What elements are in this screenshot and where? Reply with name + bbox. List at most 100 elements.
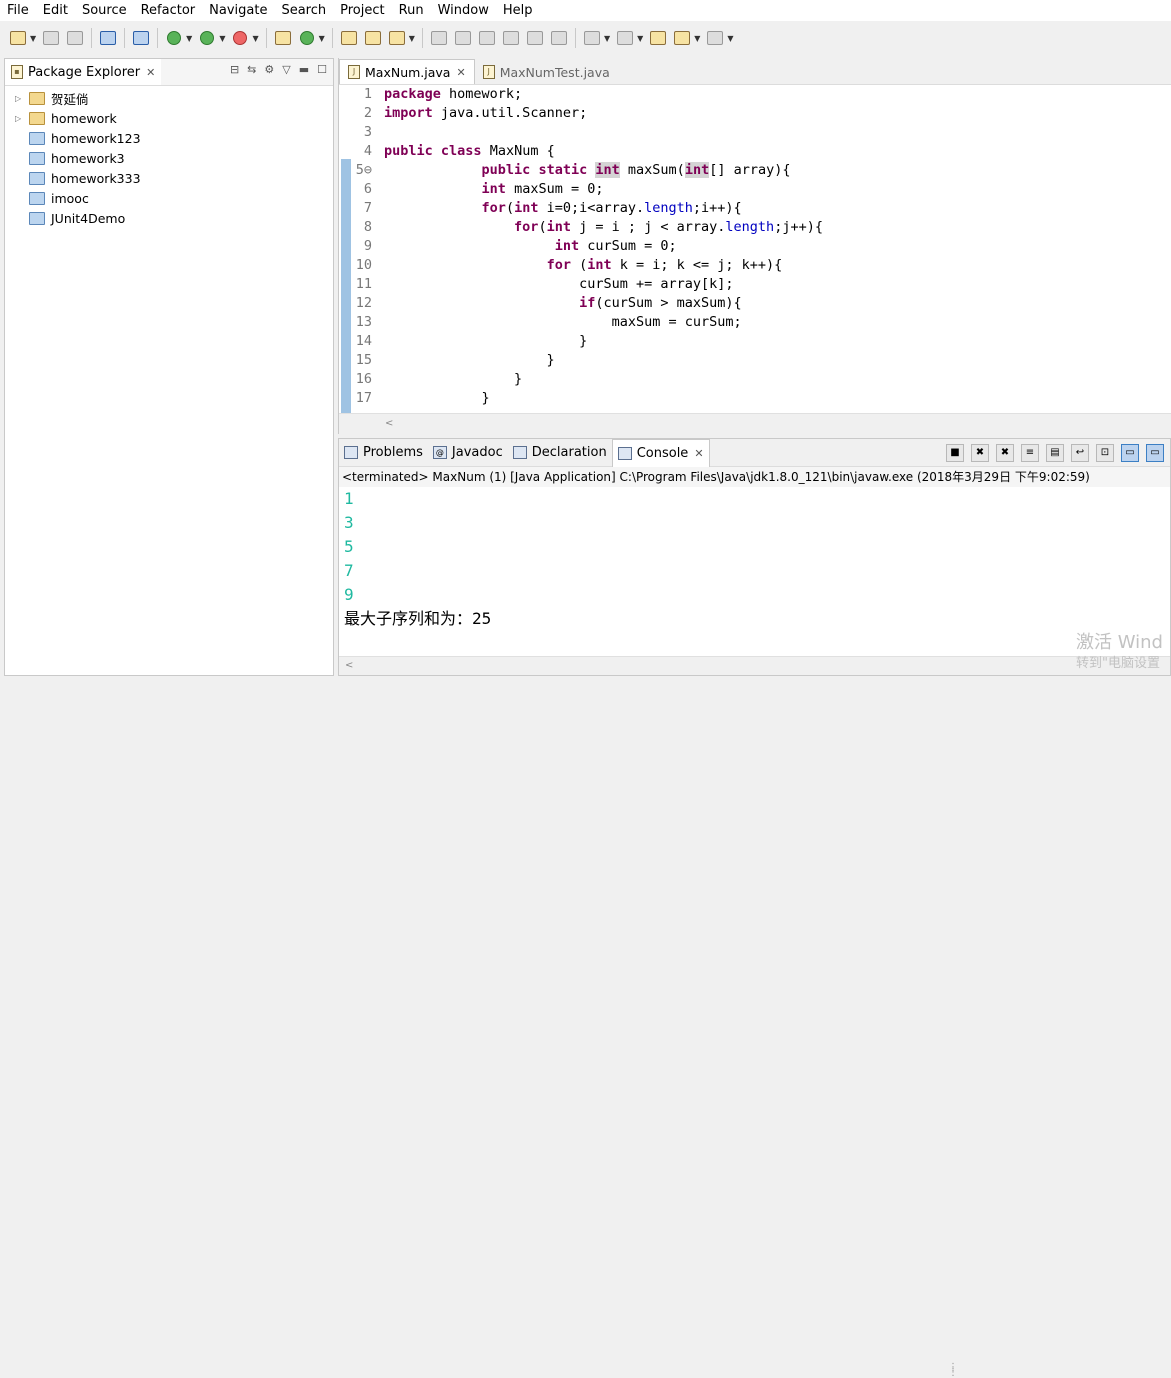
line-number: 7 <box>363 200 372 216</box>
show-whitespace-icon[interactable] <box>526 29 544 47</box>
close-icon[interactable]: ✕ <box>694 447 703 460</box>
editor-tab-maxnum-java[interactable]: J MaxNum.java ✕ <box>339 59 475 84</box>
tree-item[interactable]: homework123 <box>5 128 333 148</box>
open-folder-icon[interactable] <box>364 29 382 47</box>
menu-source[interactable]: Source <box>75 0 134 21</box>
next-annotation-dropdown-icon[interactable]: ▼ <box>604 34 610 43</box>
remove-launch-icon[interactable]: ✖ <box>971 444 989 462</box>
menu-edit[interactable]: Edit <box>36 0 75 21</box>
coverage-dropdown-icon[interactable]: ▼ <box>252 34 258 43</box>
new-dropdown-icon[interactable]: ▼ <box>30 34 36 43</box>
code-text: } <box>384 333 588 349</box>
code-text: } <box>384 371 523 387</box>
tree-item[interactable]: homework3 <box>5 148 333 168</box>
menu-help[interactable]: Help <box>496 0 540 21</box>
tab-console[interactable]: Console ✕ <box>611 438 710 467</box>
code-line: 14 } <box>339 332 1159 351</box>
link-with-editor-icon[interactable]: ⇆ <box>247 63 256 76</box>
status-bar: ⋮ ⋮ <box>0 680 1171 1378</box>
menu-refactor[interactable]: Refactor <box>134 0 203 21</box>
tab-declaration[interactable]: Declaration <box>508 439 612 466</box>
paragraph-icon[interactable] <box>550 29 568 47</box>
debug-icon[interactable] <box>165 29 183 47</box>
prev-annotation-dropdown-icon[interactable]: ▼ <box>637 34 643 43</box>
scroll-lock-icon[interactable]: ≡ <box>1021 444 1039 462</box>
expand-arrow-icon[interactable]: ▷ <box>15 94 27 103</box>
pin-console-icon[interactable]: ⊡ <box>1096 444 1114 462</box>
display-selected-console-icon[interactable]: ▭ <box>1121 444 1139 462</box>
line-number: 14 <box>355 333 372 349</box>
menu-file[interactable]: File <box>0 0 36 21</box>
word-wrap-icon[interactable]: ↩ <box>1071 444 1089 462</box>
pen-icon[interactable] <box>454 29 472 47</box>
code-line: 16 } <box>339 370 1159 389</box>
annotation-icon[interactable] <box>430 29 448 47</box>
save-all-icon[interactable] <box>66 29 84 47</box>
tree-item-label: JUnit4Demo <box>51 210 126 226</box>
console-horizontal-scrollbar[interactable]: < <box>339 656 1170 675</box>
expand-arrow-icon[interactable]: ▷ <box>15 114 27 123</box>
code-line: 2 import java.util.Scanner; <box>339 104 1159 123</box>
tree-item[interactable]: homework333 <box>5 168 333 188</box>
open-console-icon[interactable]: ▭ <box>1146 444 1164 462</box>
view-menu-icon[interactable]: ⚙ <box>264 63 274 76</box>
prev-annotation-icon[interactable] <box>616 29 634 47</box>
tree-item[interactable]: ▷ 贺延倘 <box>5 88 333 108</box>
editor-tab-maxnumtest-java[interactable]: J MaxNumTest.java <box>475 60 618 84</box>
package-explorer-tab[interactable]: ▪ Package Explorer ✕ <box>5 59 162 85</box>
clear-console-icon[interactable]: ▤ <box>1046 444 1064 462</box>
console-output[interactable]: 1 3 5 7 9 最大子序列和为：25 <box>339 487 1170 631</box>
open-type-icon[interactable] <box>340 29 358 47</box>
line-number: 11 <box>355 276 372 292</box>
chevron-down-icon[interactable]: ▽ <box>282 63 290 76</box>
menu-search[interactable]: Search <box>274 0 333 21</box>
run-icon[interactable] <box>198 29 216 47</box>
tab-problems[interactable]: Problems <box>339 439 428 466</box>
terminate-icon[interactable]: ■ <box>946 444 964 462</box>
problems-icon <box>344 445 358 459</box>
forward-icon[interactable] <box>706 29 724 47</box>
menu-bar: File Edit Source Refactor Navigate Search Proj… <box>0 0 1171 21</box>
collapse-all-icon[interactable]: ⊟ <box>230 63 239 76</box>
maximize-icon[interactable]: ☐ <box>317 63 327 76</box>
minimize-icon[interactable]: ▬ <box>299 63 309 76</box>
remove-all-icon[interactable]: ✖ <box>996 444 1014 462</box>
last-edit-icon[interactable] <box>649 29 667 47</box>
new-java-class-icon[interactable] <box>298 29 316 47</box>
code-text: maxSum = curSum; <box>384 314 742 330</box>
back-dropdown-icon[interactable]: ▼ <box>694 34 700 43</box>
code-line: 10 for (int k = i; k <= j; k++){ <box>339 256 1159 275</box>
editor-horizontal-scrollbar[interactable]: < <box>339 413 1171 434</box>
menu-navigate[interactable]: Navigate <box>202 0 274 21</box>
new-icon[interactable] <box>9 29 27 47</box>
mark-occurrences-icon[interactable] <box>478 29 496 47</box>
close-icon[interactable]: ✕ <box>146 66 155 79</box>
menu-window[interactable]: Window <box>431 0 496 21</box>
block-select-icon[interactable] <box>502 29 520 47</box>
debug-dropdown-icon[interactable]: ▼ <box>186 34 192 43</box>
forward-dropdown-icon[interactable]: ▼ <box>727 34 733 43</box>
run-dropdown-icon[interactable]: ▼ <box>219 34 225 43</box>
code-editor[interactable]: 1 package homework; 2 import java.util.Scan… <box>339 85 1171 413</box>
search-icon[interactable] <box>388 29 406 47</box>
line-number: 13 <box>355 314 372 330</box>
tree-item[interactable]: ▷ homework <box>5 108 333 128</box>
code-line: 7 for(int i=0;i<array.length;i++){ <box>339 199 1159 218</box>
search-dropdown-icon[interactable]: ▼ <box>409 34 415 43</box>
menu-project[interactable]: Project <box>333 0 391 21</box>
terminal-icon[interactable] <box>99 29 117 47</box>
close-icon[interactable]: ✕ <box>456 66 465 79</box>
back-icon[interactable] <box>673 29 691 47</box>
new-class-dropdown-icon[interactable]: ▼ <box>319 34 325 43</box>
new-java-package-icon[interactable] <box>274 29 292 47</box>
tab-javadoc[interactable]: @ Javadoc <box>428 439 508 466</box>
tree-item[interactable]: imooc <box>5 188 333 208</box>
next-annotation-icon[interactable] <box>583 29 601 47</box>
code-text: package homework; <box>384 86 523 102</box>
menu-run[interactable]: Run <box>392 0 431 21</box>
skip-breakpoints-icon[interactable] <box>132 29 150 47</box>
console-toolbar: ■ ✖ ✖ ≡ ▤ ↩ ⊡ ▭ ▭ <box>946 444 1164 462</box>
tree-item[interactable]: JUnit4Demo <box>5 208 333 228</box>
save-icon[interactable] <box>42 29 60 47</box>
coverage-icon[interactable] <box>231 29 249 47</box>
